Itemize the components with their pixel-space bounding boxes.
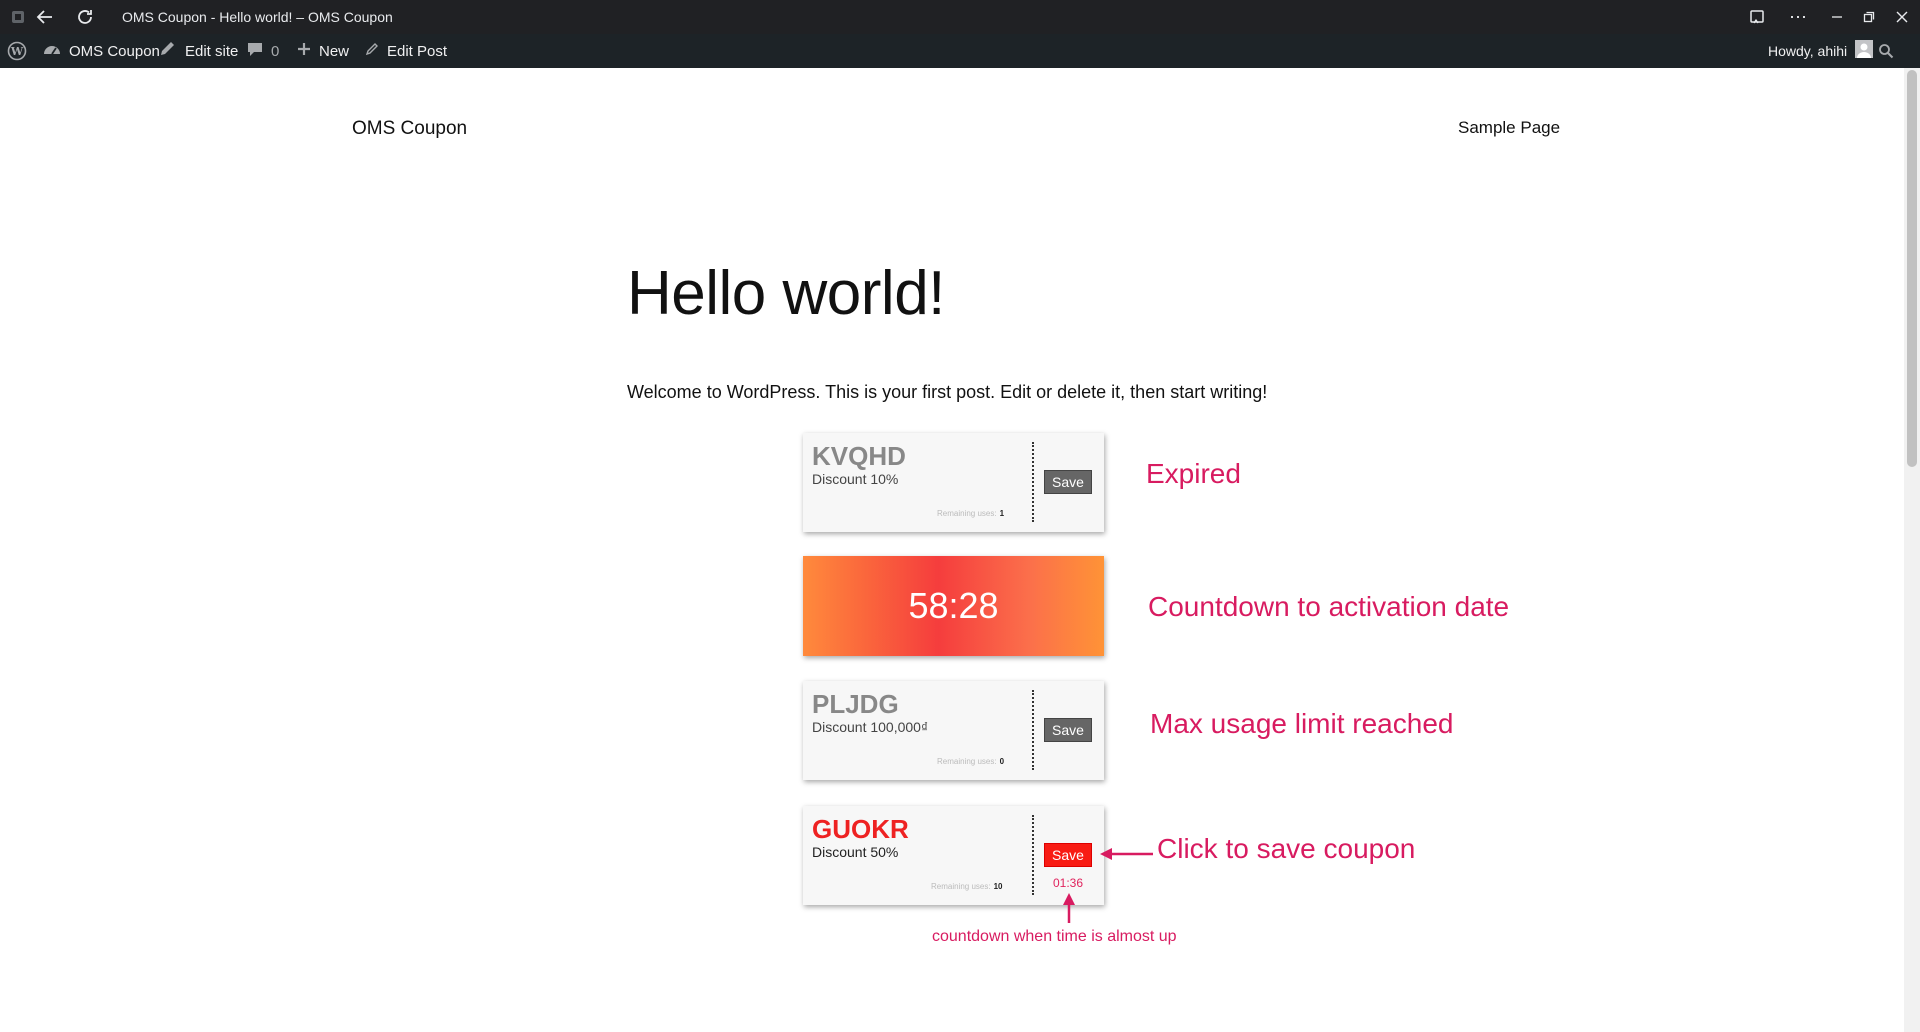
comments-count: 0 <box>271 42 280 60</box>
post-title: Hello world! <box>627 259 945 328</box>
plus-icon <box>297 42 311 60</box>
cast-icon[interactable] <box>1746 0 1768 34</box>
close-icon[interactable] <box>1891 0 1913 34</box>
admin-bar: W OMS Coupon Edit site 0 New Edit Post H… <box>0 34 1920 68</box>
edit-site-label: Edit site <box>185 42 239 60</box>
activation-countdown: 58:28 <box>803 556 1104 656</box>
annotation-countdown: Countdown to activation date <box>1148 591 1510 622</box>
more-options-icon[interactable]: ⋯ <box>1786 0 1810 34</box>
coupon-code: KVQHD <box>812 441 906 471</box>
avatar <box>1855 40 1874 62</box>
coupon-discount: Discount 50% <box>812 844 899 860</box>
save-button[interactable]: Save <box>1044 718 1092 742</box>
post-body: Welcome to WordPress. This is your first… <box>627 382 1268 402</box>
coupon-card-max-usage: PLJDG Discount 100,000₫ Remaining uses: 0… <box>803 681 1104 780</box>
remaining-uses-count: 10 <box>993 882 1003 891</box>
comment-icon <box>247 42 263 61</box>
minimize-icon[interactable] <box>1826 0 1848 34</box>
admin-site-name-label: OMS Coupon <box>69 42 160 60</box>
remaining-uses-count: 0 <box>999 757 1005 766</box>
annotation-max-usage: Max usage limit reached <box>1150 708 1454 739</box>
wordpress-logo-icon[interactable]: W <box>7 34 27 68</box>
site-title[interactable]: OMS Coupon <box>352 118 467 140</box>
coupon-divider <box>1032 690 1034 770</box>
annotation-countdown-almost-up: countdown when time is almost up <box>932 928 1177 945</box>
coupon-code: GUOKR <box>812 814 909 844</box>
svg-text:W: W <box>10 45 24 58</box>
browser-title-bar: OMS Coupon - Hello world! – OMS Coupon ⋯ <box>0 0 1920 34</box>
annotation-expired: Expired <box>1146 458 1241 489</box>
restore-icon[interactable] <box>1858 0 1880 34</box>
coupon-card-expired: KVQHD Discount 10% Remaining uses: 1 Save <box>803 433 1104 532</box>
remaining-uses-label: Remaining uses: <box>931 882 991 891</box>
edit-site-link[interactable]: Edit site <box>159 34 238 68</box>
greeting: Howdy, ahihi <box>1768 43 1848 59</box>
coupon-divider <box>1032 442 1034 522</box>
comments-link[interactable]: 0 <box>247 34 279 68</box>
save-button[interactable]: Save <box>1044 843 1092 867</box>
dashboard-icon <box>43 41 61 61</box>
coupon-code: PLJDG <box>812 689 899 719</box>
remaining-uses: Remaining uses: 1 <box>937 509 1004 518</box>
pencil-icon <box>365 42 379 60</box>
brush-icon <box>159 41 177 61</box>
remaining-uses-label: Remaining uses: <box>937 757 997 766</box>
edit-post-link[interactable]: Edit Post <box>365 34 447 68</box>
coupon-timer: 01:36 <box>1052 876 1084 890</box>
scrollbar-thumb[interactable] <box>1907 70 1917 467</box>
remaining-uses-label: Remaining uses: <box>937 509 997 518</box>
coupon-discount: Discount 100,000₫ <box>812 719 929 735</box>
coupon-card-active: GUOKR Discount 50% Remaining uses: 10 Sav… <box>803 806 1104 905</box>
edit-post-label: Edit Post <box>387 42 448 60</box>
coupon-discount: Discount 10% <box>812 471 899 487</box>
back-icon[interactable] <box>32 0 58 34</box>
app-menu-icon[interactable] <box>8 0 28 34</box>
annotation-click-save: Click to save coupon <box>1157 833 1416 864</box>
remaining-uses: Remaining uses: 10 <box>931 882 1003 891</box>
vertical-scrollbar[interactable] <box>1904 68 1920 1032</box>
coupon-divider <box>1032 815 1034 895</box>
my-account[interactable]: Howdy, ahihi <box>1768 34 1874 68</box>
remaining-uses-count: 1 <box>999 509 1005 518</box>
nav-sample-page[interactable]: Sample Page <box>1458 118 1560 138</box>
admin-site-name[interactable]: OMS Coupon <box>43 34 160 68</box>
new-content-link[interactable]: New <box>297 34 349 68</box>
remaining-uses: Remaining uses: 0 <box>937 757 1004 766</box>
tab-title: OMS Coupon - Hello world! – OMS Coupon <box>122 9 393 25</box>
reload-icon[interactable] <box>72 0 98 34</box>
search-icon[interactable] <box>1878 34 1894 68</box>
new-label: New <box>319 42 350 60</box>
save-button[interactable]: Save <box>1044 470 1092 494</box>
